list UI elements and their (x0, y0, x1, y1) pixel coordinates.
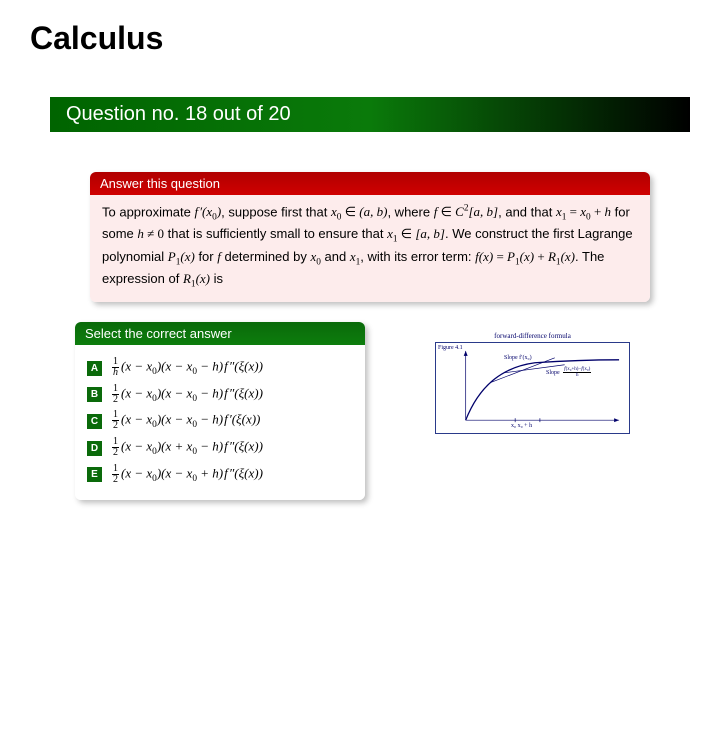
figure: forward-difference formula Figure 4.1 (435, 332, 630, 434)
answer-letter: B (87, 387, 102, 402)
question-text: To approximate f ′(x0), suppose first th… (90, 195, 650, 302)
answer-option-c[interactable]: C 12(x − x0)(x − x0 − h) f ′(ξ(x)) (87, 410, 353, 433)
slope-label-2: Slope f(x₀+h)−f(x₀)h (546, 367, 593, 378)
answer-card: Select the correct answer A 1h(x − x0)(x… (75, 322, 365, 500)
figure-caption: forward-difference formula (435, 332, 630, 340)
answer-list: A 1h(x − x0)(x − x0 − h) f ″(ξ(x)) B 12(… (75, 345, 365, 500)
answer-card-header: Select the correct answer (75, 322, 365, 345)
answer-letter: A (87, 361, 102, 376)
figure-box: Figure 4.1 Slope f′(x₀) (435, 342, 630, 434)
answer-expr: 12(x − x0)(x + x0 − h) f ″(ξ(x)) (110, 437, 263, 460)
x-tick-labels: x₀ x₀ + h (511, 423, 532, 429)
answer-expr: 1h(x − x0)(x − x0 − h) f ″(ξ(x)) (110, 357, 263, 380)
answer-option-e[interactable]: E 12(x − x0)(x − x0 + h) f ″(ξ(x)) (87, 464, 353, 487)
answer-option-b[interactable]: B 12(x − x0)(x − x0 − h) f ″(ξ(x)) (87, 384, 353, 407)
answer-option-a[interactable]: A 1h(x − x0)(x − x0 − h) f ″(ξ(x)) (87, 357, 353, 380)
answer-letter: D (87, 441, 102, 456)
answer-letter: E (87, 467, 102, 482)
answer-expr: 12(x − x0)(x − x0 − h) f ″(ξ(x)) (110, 384, 263, 407)
answer-letter: C (87, 414, 102, 429)
question-bar: Question no. 18 out of 20 (50, 97, 690, 132)
plot-svg (436, 343, 629, 432)
answer-row: Select the correct answer A 1h(x − x0)(x… (30, 322, 690, 520)
page: Calculus Question no. 18 out of 20 Answe… (0, 0, 720, 550)
page-title: Calculus (30, 20, 690, 57)
answer-option-d[interactable]: D 12(x − x0)(x + x0 − h) f ″(ξ(x)) (87, 437, 353, 460)
question-card: Answer this question To approximate f ′(… (90, 172, 650, 302)
slope-label-1: Slope f′(x₀) (504, 355, 532, 361)
question-card-header: Answer this question (90, 172, 650, 195)
answer-expr: 12(x − x0)(x − x0 + h) f ″(ξ(x)) (110, 464, 263, 487)
answer-expr: 12(x − x0)(x − x0 − h) f ′(ξ(x)) (110, 410, 260, 433)
